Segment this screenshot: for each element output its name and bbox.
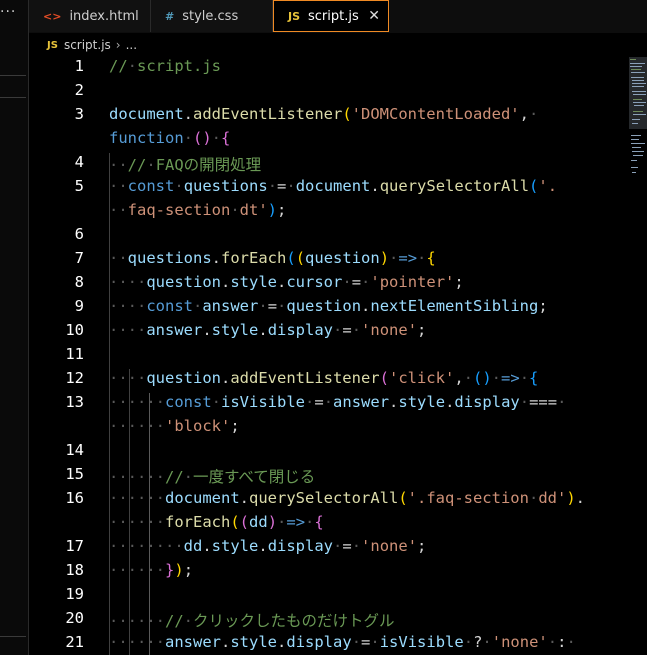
js-file-icon: JS <box>47 39 58 51</box>
code-line[interactable]: ······const·isVisible·=·answer.style.dis… <box>109 393 566 411</box>
code-line[interactable]: ····question.style.cursor·=·'pointer'; <box>109 273 464 291</box>
line-number: 1 <box>74 57 84 75</box>
code-line[interactable]: ······}); <box>109 561 193 579</box>
code-line[interactable]: ····answer.style.display·=·'none'; <box>109 321 426 339</box>
code-line[interactable]: function·()·{ <box>109 129 230 147</box>
line-number: 11 <box>65 345 84 363</box>
line-number: 9 <box>74 297 84 315</box>
code-line[interactable]: ······answer.style.display·=·isVisible·?… <box>109 633 576 651</box>
line-number: 7 <box>74 249 84 267</box>
tab-label: index.html <box>69 8 139 24</box>
breadcrumb: JS script.js › ... <box>29 33 647 57</box>
js-file-icon: JS <box>288 9 301 23</box>
code-line[interactable]: //·script.js <box>109 57 221 75</box>
code-line[interactable]: ··//·FAQの開閉処理 <box>109 153 261 175</box>
line-number: 20 <box>65 609 84 627</box>
line-number: 4 <box>74 153 84 171</box>
css-file-icon: # <box>165 9 175 23</box>
code-line[interactable]: ······document.querySelectorAll('.faq-se… <box>109 489 585 507</box>
code-line[interactable]: ······//·一度すべて閉じる <box>109 465 315 487</box>
code-line[interactable]: ··questions.forEach((question)·=>·{ <box>109 249 436 267</box>
line-number: 18 <box>65 561 84 579</box>
line-number: 10 <box>65 321 84 339</box>
tab-style-css[interactable]: # style.css <box>151 0 273 32</box>
tab-label: style.css <box>182 8 239 24</box>
code-editor[interactable]: 1 //·script.js 2 3 document.addEventListener… <box>29 57 627 655</box>
line-number: 12 <box>65 369 84 387</box>
code-line[interactable]: ····const·answer·=·question.nextElementS… <box>109 297 548 315</box>
code-line[interactable]: document.addEventListener('DOMContentLoa… <box>109 105 538 123</box>
code-line[interactable]: ······forEach((dd)·=>·{ <box>109 513 324 531</box>
code-line[interactable]: ··const·questions·=·document.querySelect… <box>109 177 557 195</box>
tab-script-js[interactable]: JS script.js ✕ <box>273 0 389 32</box>
line-number: 6 <box>74 225 84 243</box>
activity-bar: ··· <box>0 0 29 655</box>
line-number: 14 <box>65 441 84 459</box>
divider <box>0 636 26 637</box>
line-number: 3 <box>74 105 84 123</box>
more-actions-icon[interactable]: ··· <box>0 4 16 20</box>
line-number: 8 <box>74 273 84 291</box>
line-number: 5 <box>74 177 84 195</box>
line-number: 19 <box>65 585 84 603</box>
minimap[interactable] <box>627 57 647 655</box>
breadcrumb-more[interactable]: ... <box>126 38 137 52</box>
code-line[interactable]: ······'block'; <box>109 417 240 435</box>
divider <box>0 97 26 98</box>
breadcrumb-file[interactable]: script.js <box>64 38 111 52</box>
chevron-right-icon: › <box>115 38 121 52</box>
divider <box>0 75 26 76</box>
line-number: 16 <box>65 489 84 507</box>
line-number: 15 <box>65 465 84 483</box>
close-icon[interactable]: ✕ <box>368 8 380 24</box>
line-number: 21 <box>65 633 84 651</box>
code-line[interactable]: ····question.addEventListener('click',·(… <box>109 369 538 387</box>
html-file-icon: <> <box>43 9 62 23</box>
code-line[interactable]: ······//·クリックしたものだけトグル <box>109 609 395 631</box>
code-line[interactable]: ········dd.style.display·=·'none'; <box>109 537 426 555</box>
code-line[interactable]: ··faq-section·dt'); <box>109 201 286 219</box>
line-number: 2 <box>74 81 84 99</box>
tab-label: script.js <box>308 8 359 24</box>
editor-tabs: <> index.html # style.css JS script.js ✕ <box>29 0 647 33</box>
tab-index-html[interactable]: <> index.html <box>29 0 151 32</box>
line-number: 13 <box>65 393 84 411</box>
line-number: 17 <box>65 537 84 555</box>
